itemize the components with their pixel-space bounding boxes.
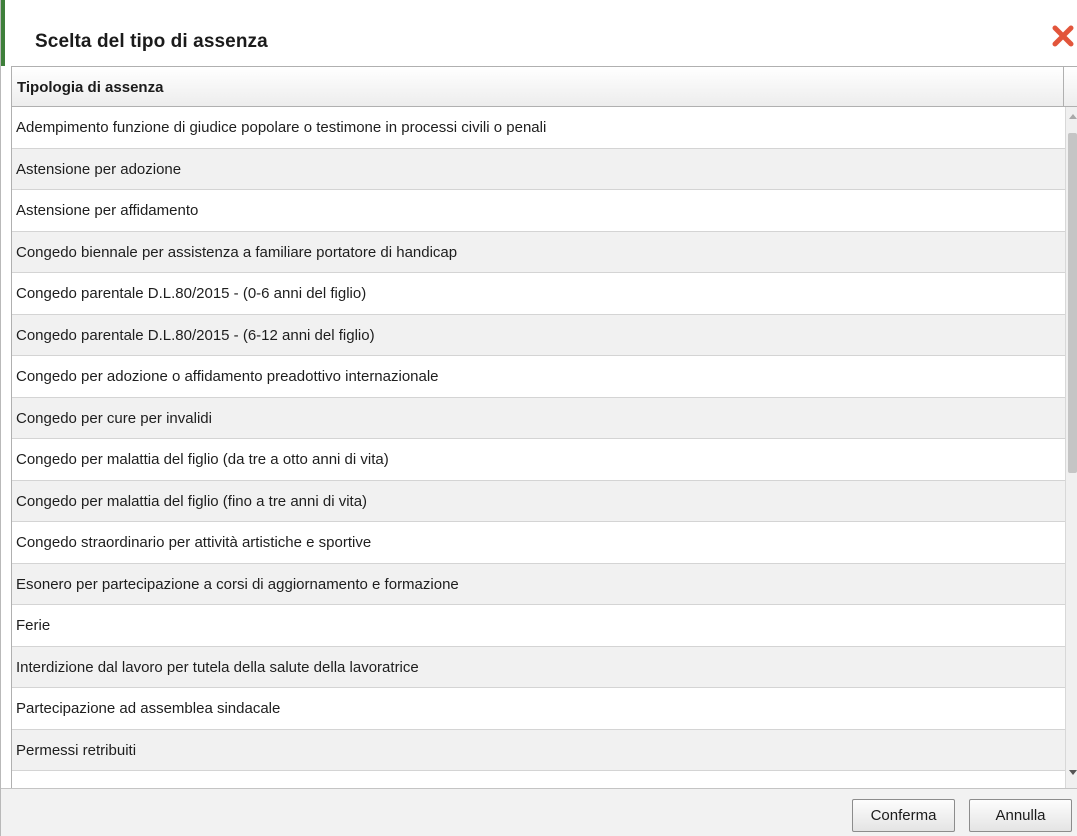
list-scrollbar[interactable] <box>1065 107 1077 788</box>
left-accent-bar <box>1 0 5 66</box>
scroll-down-arrow-icon[interactable] <box>1069 770 1077 775</box>
list-item-label: Congedo parentale D.L.80/2015 - (6-12 an… <box>16 326 375 344</box>
list-item[interactable]: Permessi retribuiti <box>12 729 1065 771</box>
list-item[interactable]: Congedo straordinario per attività artis… <box>12 522 1065 564</box>
list-item[interactable]: Congedo per cure per invalidi <box>12 397 1065 439</box>
dialog-footer: Conferma Annulla <box>1 788 1077 836</box>
absence-type-list: Adempimento funzione di giudice popolare… <box>11 107 1065 788</box>
list-item[interactable]: Esonero per partecipazione a corsi di ag… <box>12 563 1065 605</box>
list-item[interactable]: Interdizione dal lavoro per tutela della… <box>12 646 1065 688</box>
list-item-label: Astensione per adozione <box>16 160 182 178</box>
list-item[interactable]: Congedo per malattia del figlio (fino a … <box>12 480 1065 522</box>
close-x-icon[interactable] <box>1051 24 1075 48</box>
dialog-title: Scelta del tipo di assenza <box>35 31 268 52</box>
list-item[interactable]: Astensione per affidamento <box>12 190 1065 232</box>
scroll-thumb[interactable] <box>1068 133 1077 473</box>
list-item[interactable]: Congedo biennale per assistenza a famili… <box>12 231 1065 273</box>
cancel-button[interactable]: Annulla <box>969 799 1072 832</box>
list-item-label: Congedo biennale per assistenza a famili… <box>16 243 458 261</box>
list-item-label: Congedo per malattia del figlio (da tre … <box>16 451 389 468</box>
absence-type-dialog: Scelta del tipo di assenza Tipologia di … <box>0 0 1077 836</box>
list-item-label: Permessi retribuiti <box>16 741 137 759</box>
list-item[interactable]: Adempimento funzione di giudice popolare… <box>12 107 1065 149</box>
column-header-tipologia: Tipologia di assenza <box>17 79 164 96</box>
list-item-label: Esonero per partecipazione a corsi di ag… <box>16 575 459 593</box>
list-item-label: Partecipazione ad assemblea sindacale <box>16 700 281 717</box>
table-header-corner <box>1063 66 1077 107</box>
list-item[interactable]: Congedo per adozione o affidamento pread… <box>12 356 1065 398</box>
list-item-label: Congedo per malattia del figlio (fino a … <box>16 492 368 510</box>
scroll-up-arrow-icon[interactable] <box>1069 114 1077 119</box>
list-item-label: Interdizione dal lavoro per tutela della… <box>16 658 419 676</box>
list-item-label: Astensione per affidamento <box>16 202 199 219</box>
list-item[interactable]: Congedo parentale D.L.80/2015 - (6-12 an… <box>12 314 1065 356</box>
list-item[interactable]: Astensione per adozione <box>12 148 1065 190</box>
confirm-button[interactable]: Conferma <box>852 799 955 832</box>
list-item[interactable]: Congedo per malattia del figlio (da tre … <box>12 439 1065 481</box>
list-item-label: Congedo parentale D.L.80/2015 - (0-6 ann… <box>16 285 367 302</box>
list-item[interactable]: Ferie <box>12 605 1065 647</box>
table-header: Tipologia di assenza <box>11 66 1063 107</box>
list-item-label: Adempimento funzione di giudice popolare… <box>16 119 547 136</box>
list-item-label: Congedo straordinario per attività artis… <box>16 534 372 551</box>
list-item-label: Congedo per cure per invalidi <box>16 409 212 427</box>
list-item[interactable]: Partecipazione ad assemblea sindacale <box>12 688 1065 730</box>
dialog-titlebar: Scelta del tipo di assenza <box>1 0 1077 66</box>
list-item-label: Congedo per adozione o affidamento pread… <box>16 368 439 385</box>
list-item-label: Ferie <box>16 617 51 634</box>
list-item[interactable]: Congedo parentale D.L.80/2015 - (0-6 ann… <box>12 273 1065 315</box>
